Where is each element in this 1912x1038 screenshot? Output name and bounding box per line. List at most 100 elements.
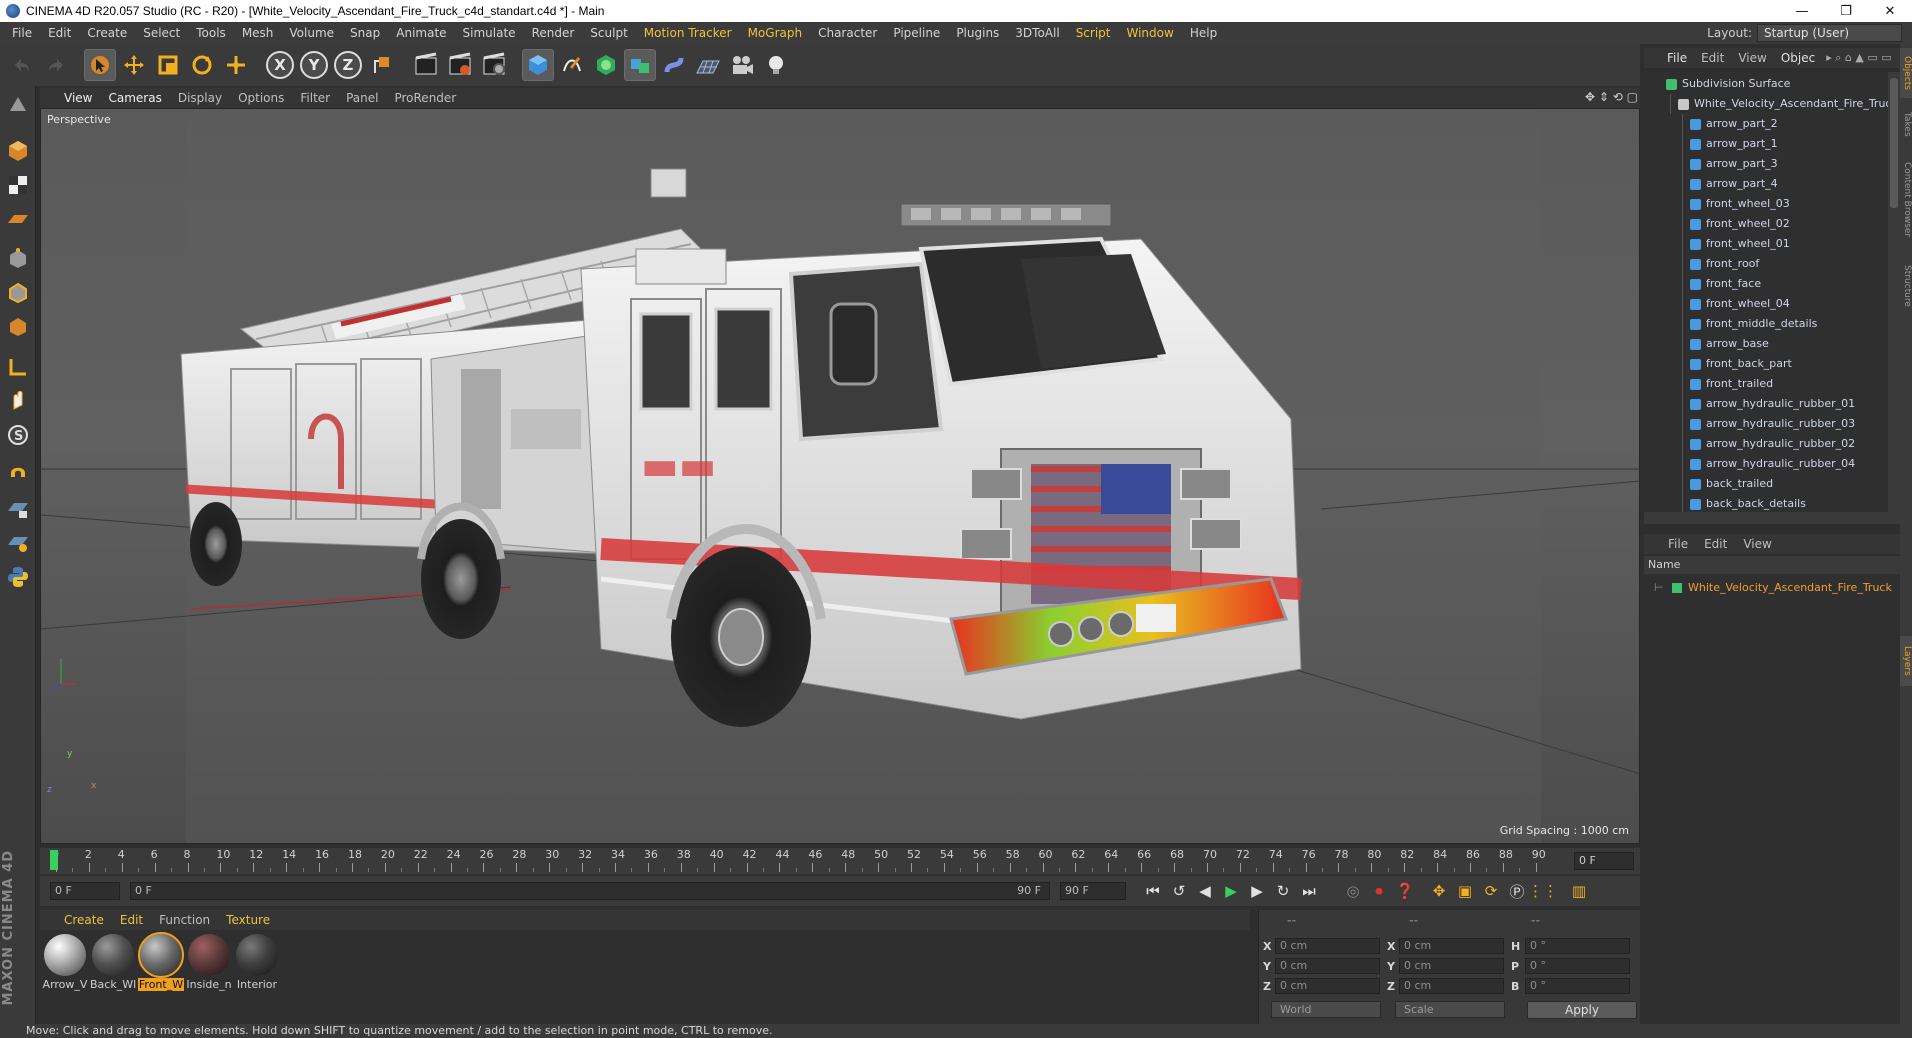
object-row-group[interactable]: White_Velocity_Ascendant_Fire_Truck: [1644, 94, 1888, 114]
object-row[interactable]: back_trailed: [1644, 474, 1888, 494]
menu-window[interactable]: Window: [1119, 22, 1182, 44]
object-row[interactable]: arrow_part_1: [1644, 134, 1888, 154]
object-menu-objects[interactable]: Objec: [1774, 51, 1822, 65]
material-item[interactable]: Inside_n: [186, 934, 232, 991]
minimize-button[interactable]: —: [1780, 0, 1824, 22]
viewport-nav-icons[interactable]: ✥ ⇕ ⟲ ▢: [1585, 90, 1638, 104]
tab-structure[interactable]: Structure: [1900, 256, 1912, 316]
layer-color-swatch[interactable]: [1672, 583, 1682, 593]
coordinate-space-select[interactable]: World: [1271, 1001, 1381, 1018]
layout-select[interactable]: Startup (User): [1757, 24, 1902, 42]
menu-script[interactable]: Script: [1068, 22, 1119, 44]
viewport-menu-filter[interactable]: Filter: [292, 91, 338, 105]
timeline-playhead[interactable]: [50, 850, 58, 870]
subdivision-surface-icon[interactable]: [590, 49, 622, 81]
menu-tools[interactable]: Tools: [188, 22, 234, 44]
x-axis-toggle[interactable]: X: [264, 49, 296, 81]
object-row[interactable]: front_wheel_02: [1644, 214, 1888, 234]
object-row[interactable]: front_face: [1644, 274, 1888, 294]
viewport-menu-display[interactable]: Display: [170, 91, 230, 105]
menu-mesh[interactable]: Mesh: [234, 22, 282, 44]
undo-icon[interactable]: [6, 49, 38, 81]
tab-takes[interactable]: Takes: [1900, 104, 1912, 144]
move-tool-icon[interactable]: [118, 49, 150, 81]
material-item[interactable]: Back_Wl: [90, 934, 136, 991]
play-icon[interactable]: ▶: [1218, 878, 1244, 904]
y-axis-toggle[interactable]: Y: [298, 49, 330, 81]
render-view-icon[interactable]: [410, 49, 442, 81]
object-row[interactable]: front_wheel_04: [1644, 294, 1888, 314]
menu-character[interactable]: Character: [810, 22, 885, 44]
key-position-icon[interactable]: ✥: [1426, 878, 1452, 904]
axis-mode-icon[interactable]: [3, 352, 33, 382]
object-row[interactable]: arrow_hydraulic_rubber_04: [1644, 454, 1888, 474]
workplane-icon[interactable]: [3, 204, 33, 234]
object-tree-hscrollbar[interactable]: [1644, 512, 1900, 524]
viewport-menu-view[interactable]: View: [56, 91, 100, 105]
object-row[interactable]: front_middle_details: [1644, 314, 1888, 334]
autokey-icon[interactable]: ⏺: [1366, 878, 1392, 904]
rot-h-field[interactable]: 0 °: [1525, 938, 1630, 954]
points-mode-icon[interactable]: [3, 244, 33, 274]
material-menu-texture[interactable]: Texture: [218, 913, 278, 927]
make-editable-icon[interactable]: [3, 90, 33, 120]
snap-icon[interactable]: S: [3, 420, 33, 450]
layer-expander[interactable]: ⊢: [1654, 578, 1664, 598]
object-row[interactable]: arrow_part_3: [1644, 154, 1888, 174]
menu-pipeline[interactable]: Pipeline: [885, 22, 948, 44]
menu-simulate[interactable]: Simulate: [455, 22, 524, 44]
layer-menu-view[interactable]: View: [1735, 537, 1779, 551]
object-row[interactable]: arrow_hydraulic_rubber_01: [1644, 394, 1888, 414]
menu-edit[interactable]: Edit: [40, 22, 79, 44]
key-parameter-icon[interactable]: Ⓟ: [1504, 878, 1530, 904]
rot-b-field[interactable]: 0 °: [1525, 978, 1630, 994]
menu-sculpt[interactable]: Sculpt: [582, 22, 635, 44]
menu-file[interactable]: File: [4, 22, 40, 44]
menu-mograph[interactable]: MoGraph: [740, 22, 811, 44]
edges-mode-icon[interactable]: [3, 278, 33, 308]
key-rotation-icon[interactable]: ⟳: [1478, 878, 1504, 904]
object-menu-file[interactable]: File: [1660, 51, 1694, 65]
rot-p-field[interactable]: 0 °: [1525, 958, 1630, 974]
coordinate-mode-select[interactable]: Scale: [1395, 1001, 1505, 1018]
record-keys-icon[interactable]: ◎: [1340, 878, 1366, 904]
object-row[interactable]: arrow_hydraulic_rubber_03: [1644, 414, 1888, 434]
size-y-field[interactable]: 0 cm: [1399, 958, 1504, 974]
menu-snap[interactable]: Snap: [342, 22, 388, 44]
live-selection-icon[interactable]: [84, 49, 116, 81]
coordinate-system-icon[interactable]: [366, 49, 398, 81]
tweak-mode-icon[interactable]: [3, 386, 33, 416]
object-row[interactable]: arrow_base: [1644, 334, 1888, 354]
python-icon[interactable]: [3, 562, 33, 592]
menu-help[interactable]: Help: [1182, 22, 1225, 44]
size-x-field[interactable]: 0 cm: [1399, 938, 1504, 954]
object-row[interactable]: front_trailed: [1644, 374, 1888, 394]
layer-row[interactable]: ⊢ White_Velocity_Ascendant_Fire_Truck: [1644, 578, 1900, 598]
menu-create[interactable]: Create: [79, 22, 135, 44]
object-row[interactable]: front_roof: [1644, 254, 1888, 274]
viewport-menu-cameras[interactable]: Cameras: [100, 91, 169, 105]
pos-x-field[interactable]: 0 cm: [1275, 938, 1380, 954]
transform-tool-icon[interactable]: [220, 49, 252, 81]
cloner-icon[interactable]: [624, 49, 656, 81]
layer-menu-file[interactable]: File: [1660, 537, 1696, 551]
object-row[interactable]: front_wheel_01: [1644, 234, 1888, 254]
viewport-menu-panel[interactable]: Panel: [338, 91, 386, 105]
object-row[interactable]: arrow_hydraulic_rubber_02: [1644, 434, 1888, 454]
perspective-viewport[interactable]: ▬▬ Perspective y x z Grid Spacing : 1000…: [40, 108, 1640, 844]
start-frame-field[interactable]: 0 F: [50, 882, 120, 900]
menu-plugins[interactable]: Plugins: [948, 22, 1007, 44]
material-item[interactable]: Interior: [234, 934, 280, 991]
object-row[interactable]: back_back_details: [1644, 494, 1888, 512]
object-menu-edit[interactable]: Edit: [1694, 51, 1731, 65]
object-row[interactable]: arrow_part_2: [1644, 114, 1888, 134]
camera-icon[interactable]: [726, 49, 758, 81]
menu-motion-tracker[interactable]: Motion Tracker: [636, 22, 740, 44]
light-icon[interactable]: [760, 49, 792, 81]
viewport-menu-options[interactable]: Options: [230, 91, 292, 105]
menu-volume[interactable]: Volume: [281, 22, 342, 44]
previous-key-icon[interactable]: ↺: [1166, 878, 1192, 904]
object-tree-scrollbar[interactable]: [1888, 72, 1900, 512]
polygons-mode-icon[interactable]: [3, 312, 33, 342]
next-frame-icon[interactable]: ▶: [1244, 878, 1270, 904]
